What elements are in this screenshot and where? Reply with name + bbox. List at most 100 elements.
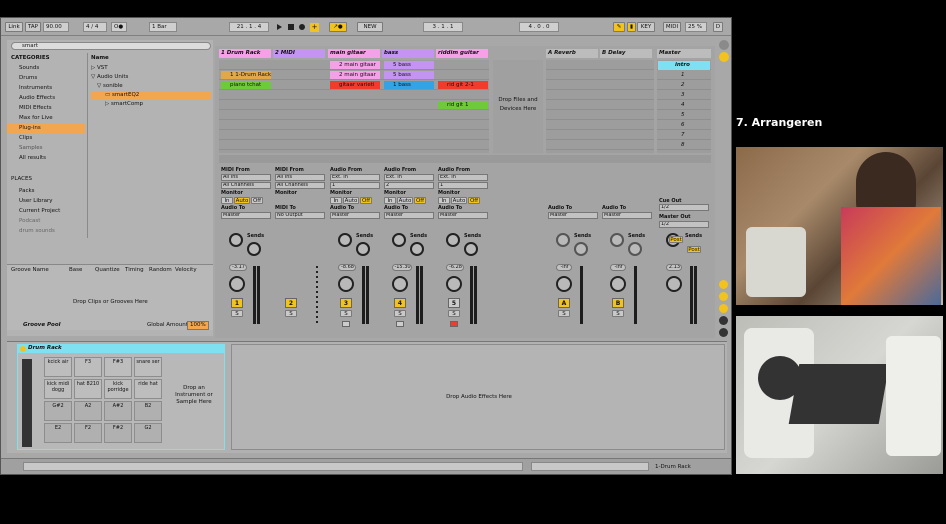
new-button[interactable]: NEW — [357, 22, 383, 32]
clip[interactable]: rid git 1 — [438, 101, 488, 109]
place-user-library[interactable]: User Library — [7, 196, 85, 206]
volume-field-4[interactable]: -15.30 — [392, 264, 412, 271]
pencil-icon[interactable]: ✎ — [613, 22, 625, 32]
place-podcast[interactable]: Podcast — [7, 216, 85, 226]
clip[interactable]: rid git 2-1 — [438, 81, 488, 89]
drum-pad[interactable]: F#3 — [104, 357, 132, 377]
tree-audio-units[interactable]: ▽ Audio Units — [91, 73, 211, 82]
sends-toggle-icon[interactable] — [719, 292, 728, 301]
track-header-3[interactable]: main gitaar — [328, 49, 380, 58]
track-header-4[interactable]: bass — [382, 49, 434, 58]
send-b-knob[interactable] — [410, 242, 424, 256]
send-a-knob[interactable] — [610, 233, 624, 247]
category-audio-effects[interactable]: Audio Effects — [7, 93, 85, 103]
solo-button[interactable]: S — [340, 310, 352, 317]
session-view-icon[interactable] — [719, 52, 729, 62]
input-type-3[interactable]: Ext. In — [330, 174, 380, 181]
drum-pad[interactable]: A2 — [74, 401, 102, 421]
solo-button[interactable]: S — [612, 310, 624, 317]
pan-knob[interactable] — [446, 276, 462, 292]
io-toggle-icon[interactable] — [719, 280, 728, 289]
tap-button[interactable]: TAP — [25, 22, 41, 32]
track-activator-5[interactable]: 5 — [448, 298, 460, 308]
input-channel-3[interactable]: 1 — [330, 182, 380, 189]
drum-pad[interactable]: kick porridge — [104, 379, 132, 399]
tree-smartcomp[interactable]: ▷ smartComp — [91, 100, 211, 109]
volume-field-1[interactable]: -3.17 — [229, 264, 247, 271]
monitor-in[interactable]: In — [438, 197, 450, 204]
monitor-in[interactable]: In — [330, 197, 342, 204]
d-button[interactable]: D — [713, 22, 723, 32]
track-header-2[interactable]: 2 MIDI — [273, 49, 325, 58]
solo-button[interactable]: S — [448, 310, 460, 317]
master-out-select[interactable]: 1/2 — [659, 221, 709, 228]
track-header-5[interactable]: riddim guitar — [436, 49, 488, 58]
send-a-knob[interactable] — [229, 233, 243, 247]
category-sounds[interactable]: Sounds — [7, 63, 85, 73]
output-3[interactable]: Master — [330, 212, 380, 219]
tree-vst[interactable]: ▷ VST — [91, 64, 211, 73]
pan-knob[interactable] — [338, 276, 354, 292]
category-samples[interactable]: Samples — [7, 143, 85, 153]
input-type-5[interactable]: Ext. In — [438, 174, 488, 181]
drum-pad[interactable]: ride hat — [134, 379, 162, 399]
clip[interactable]: piano tchat — [221, 81, 271, 89]
volume-field-b[interactable]: -inf — [610, 264, 626, 271]
return-activator-a[interactable]: A — [558, 298, 570, 308]
drum-pad[interactable]: F#2 — [104, 423, 132, 443]
follow-icon[interactable]: ▮ — [627, 22, 636, 32]
clip[interactable]: gitaar varieti — [330, 81, 380, 89]
clip[interactable]: 1 bass — [384, 81, 434, 89]
solo-button[interactable]: S — [394, 310, 406, 317]
tempo-field[interactable]: 90.00 — [43, 22, 69, 32]
drum-pad[interactable]: kcick air — [44, 357, 72, 377]
input-channel-2[interactable]: All Channels — [275, 182, 325, 189]
category-clips[interactable]: Clips — [7, 133, 85, 143]
loop-length[interactable]: 4 . 0 . 0 — [519, 22, 559, 32]
send-a-knob[interactable] — [556, 233, 570, 247]
output-4[interactable]: Master — [384, 212, 434, 219]
return-activator-b[interactable]: B — [612, 298, 624, 308]
key-button[interactable]: KEY — [637, 22, 655, 32]
input-channel-4[interactable]: 2 — [384, 182, 434, 189]
master-header[interactable]: Master — [657, 49, 711, 58]
add-icon[interactable]: + — [310, 23, 319, 32]
loop-start[interactable]: 3 . 1 . 1 — [423, 22, 463, 32]
play-icon[interactable] — [277, 24, 282, 30]
pad-overview[interactable] — [22, 359, 32, 447]
drop-zone[interactable]: Drop Files and Devices Here — [493, 60, 543, 153]
drum-pad[interactable]: F2 — [74, 423, 102, 443]
track-header-1[interactable]: 1 Drum Rack — [219, 49, 271, 58]
arm-button[interactable] — [396, 321, 404, 327]
return-output-b[interactable]: Master — [602, 212, 652, 219]
output-5[interactable]: Master — [438, 212, 488, 219]
stop-icon[interactable] — [288, 24, 294, 30]
pan-knob[interactable] — [392, 276, 408, 292]
midi-button[interactable]: MIDI — [663, 22, 681, 32]
monitor-auto[interactable]: Auto — [451, 197, 467, 204]
monitor-off[interactable]: Off — [251, 197, 263, 204]
crossfade-toggle-icon[interactable] — [719, 328, 728, 337]
drum-pad[interactable]: A#2 — [104, 401, 132, 421]
automation-arm-button[interactable]: ↗● — [329, 22, 347, 32]
monitor-auto[interactable]: Auto — [234, 197, 250, 204]
solo-button[interactable]: S — [231, 310, 243, 317]
track-activator-2[interactable]: 2 — [285, 298, 297, 308]
post-button[interactable]: Post — [669, 236, 683, 243]
output-1[interactable]: Master — [221, 212, 271, 219]
pan-knob[interactable] — [556, 276, 572, 292]
output-2[interactable]: No Output — [275, 212, 325, 219]
monitor-auto[interactable]: Auto — [397, 197, 413, 204]
send-b-knob[interactable] — [247, 242, 261, 256]
category-instruments[interactable]: Instruments — [7, 83, 85, 93]
cue-out-select[interactable]: 1/2 — [659, 204, 709, 211]
view-toggle-icon[interactable] — [719, 40, 729, 50]
volume-field-5[interactable]: -6.28 — [446, 264, 464, 271]
arm-button[interactable] — [450, 321, 458, 327]
metronome-button[interactable]: O● — [111, 22, 127, 32]
quantize-menu[interactable]: 1 Bar — [149, 22, 177, 32]
monitor-off[interactable]: Off — [414, 197, 426, 204]
place-packs[interactable]: Packs — [7, 186, 85, 196]
post-button[interactable]: Post — [687, 246, 701, 253]
volume-field-master[interactable]: 2.13 — [666, 264, 682, 271]
